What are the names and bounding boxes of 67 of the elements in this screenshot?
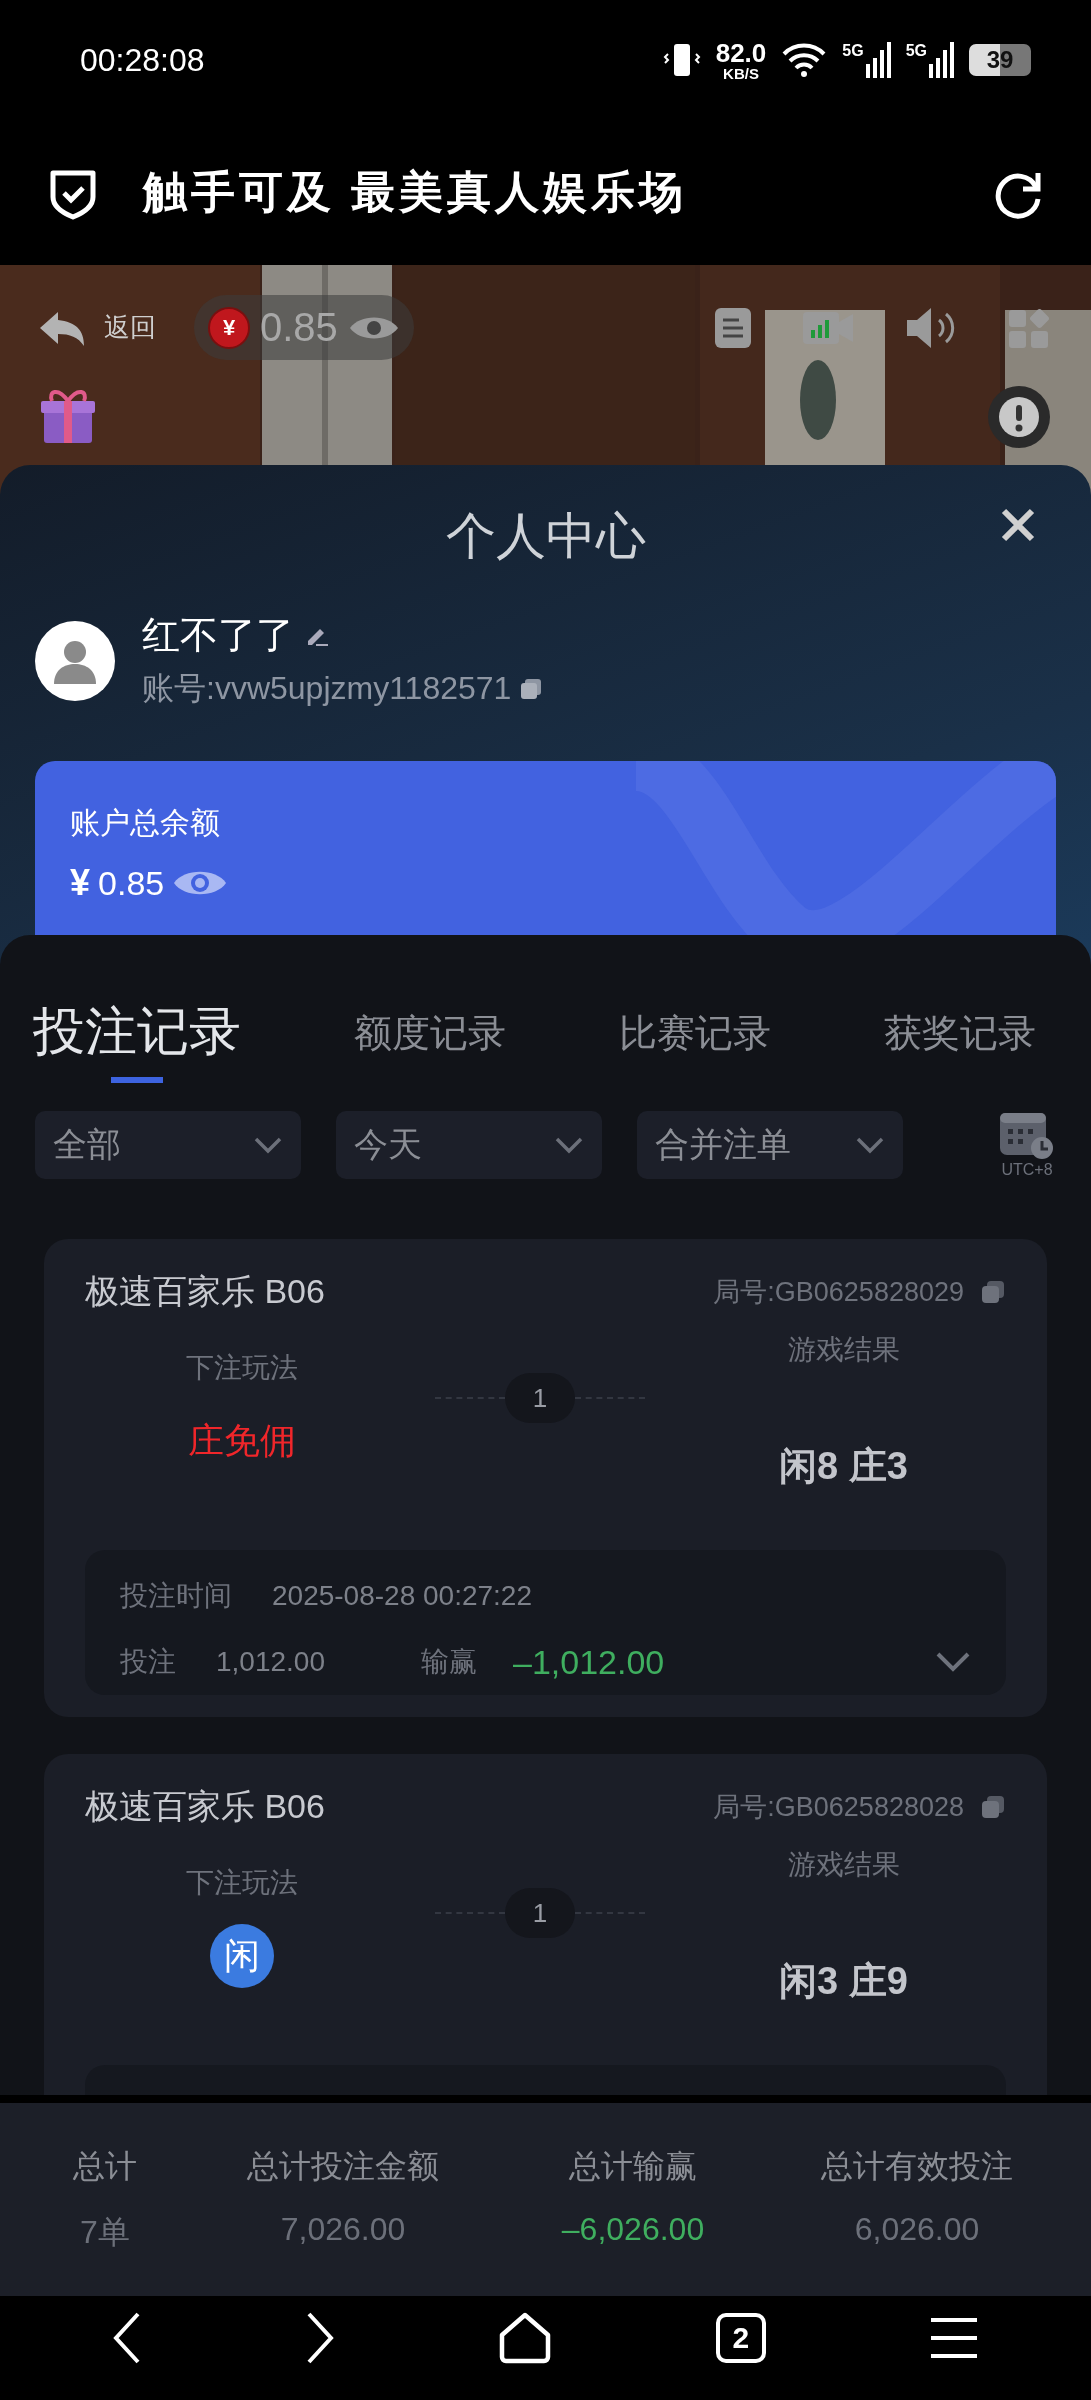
detail-label: 投注 (120, 1645, 176, 1679)
total-value: 6,026.00 (854, 2210, 980, 2248)
page-title: 触手可及 最美真人娱乐场 (143, 166, 689, 218)
info-icon[interactable] (987, 385, 1051, 449)
total-value: –6,026.00 (561, 2210, 705, 2248)
bet-count: 1 (505, 1373, 575, 1423)
copy-icon[interactable] (980, 1279, 1006, 1305)
filter-dropdown[interactable]: 全部 (35, 1111, 301, 1179)
payout-amount: –1,012.00 (513, 1642, 665, 1682)
back-icon[interactable] (111, 2311, 142, 2365)
balance-amount: 0.85 (260, 305, 338, 350)
round-number: 局号:GB0625828029 (713, 1276, 964, 1309)
battery-level: 39 (969, 44, 1031, 76)
network-type: 5G (905, 42, 927, 60)
column-label: 游戏结果 (787, 1333, 900, 1367)
signal-icon (865, 42, 892, 78)
forward-icon[interactable] (305, 2311, 336, 2365)
detail-label: 投注时间 (120, 1579, 232, 1613)
bet-time: 2025-08-28 00:27:22 (272, 1580, 532, 1612)
copy-icon[interactable] (519, 677, 544, 701)
chevron-down-icon (855, 1136, 885, 1154)
tab-count-button[interactable]: 2 (715, 2313, 766, 2363)
column-label: 下注玩法 (186, 1866, 298, 1900)
game-result: 闲3 庄9 (779, 1959, 908, 2004)
timezone-label: UTC+8 (1001, 1161, 1053, 1179)
clock-time: 00:28:08 (80, 41, 206, 79)
home-icon[interactable] (498, 2311, 553, 2365)
record-tab[interactable]: 获奖记录 (884, 1008, 1036, 1083)
filter-dropdown[interactable]: 合并注单 (637, 1111, 903, 1179)
currency-symbol: ¥ (70, 862, 91, 904)
column-label: 游戏结果 (787, 1848, 900, 1882)
total-label: 总计有效投注 (821, 2146, 1013, 2186)
network-speed: 82.0 KB/S (715, 39, 767, 81)
total-value: 7单 (80, 2212, 130, 2252)
column-label: 下注玩法 (186, 1351, 298, 1385)
back-label[interactable]: 返回 (104, 310, 156, 345)
bet-type: 庄免佣 (188, 1419, 296, 1463)
close-icon[interactable] (1000, 507, 1036, 543)
copy-icon[interactable] (980, 1794, 1006, 1820)
total-label: 总计输赢 (569, 2146, 697, 2186)
chevron-down-icon (253, 1136, 283, 1154)
game-title: 极速百家乐 B06 (85, 1786, 325, 1827)
bet-count: 1 (505, 1888, 575, 1938)
nickname: 红不了了 (142, 613, 294, 658)
chevron-down-icon (554, 1136, 584, 1154)
signal-icon (929, 42, 955, 78)
filter-dropdown[interactable]: 今天 (336, 1111, 602, 1179)
total-label: 总计投注金额 (247, 2146, 439, 2186)
menu-icon[interactable] (929, 2316, 980, 2360)
account-id: 账号:vvw5upjzmy1182571 (142, 669, 512, 708)
game-title: 极速百家乐 B06 (85, 1271, 325, 1312)
stake-amount: 1,012.00 (216, 1646, 325, 1678)
network-type: 5G (842, 42, 864, 60)
round-number: 局号:GB0625828028 (713, 1791, 964, 1824)
document-icon[interactable] (713, 305, 753, 350)
total-label: 总计 (73, 2146, 137, 2186)
balance-label: 账户总余额 (70, 805, 221, 841)
total-value: 7,026.00 (280, 2210, 406, 2248)
game-result: 闲8 庄3 (779, 1444, 908, 1489)
calendar-clock-icon[interactable] (998, 1111, 1056, 1161)
record-tab[interactable]: 比赛记录 (619, 1008, 771, 1083)
detail-label: 输赢 (421, 1645, 477, 1679)
record-tab[interactable]: 额度记录 (354, 1008, 506, 1083)
chevron-down-icon[interactable] (935, 1651, 971, 1673)
panel-title: 个人中心 (445, 507, 646, 566)
balance-amount: 0.85 (98, 863, 165, 903)
bet-badge: 闲 (210, 1924, 274, 1988)
